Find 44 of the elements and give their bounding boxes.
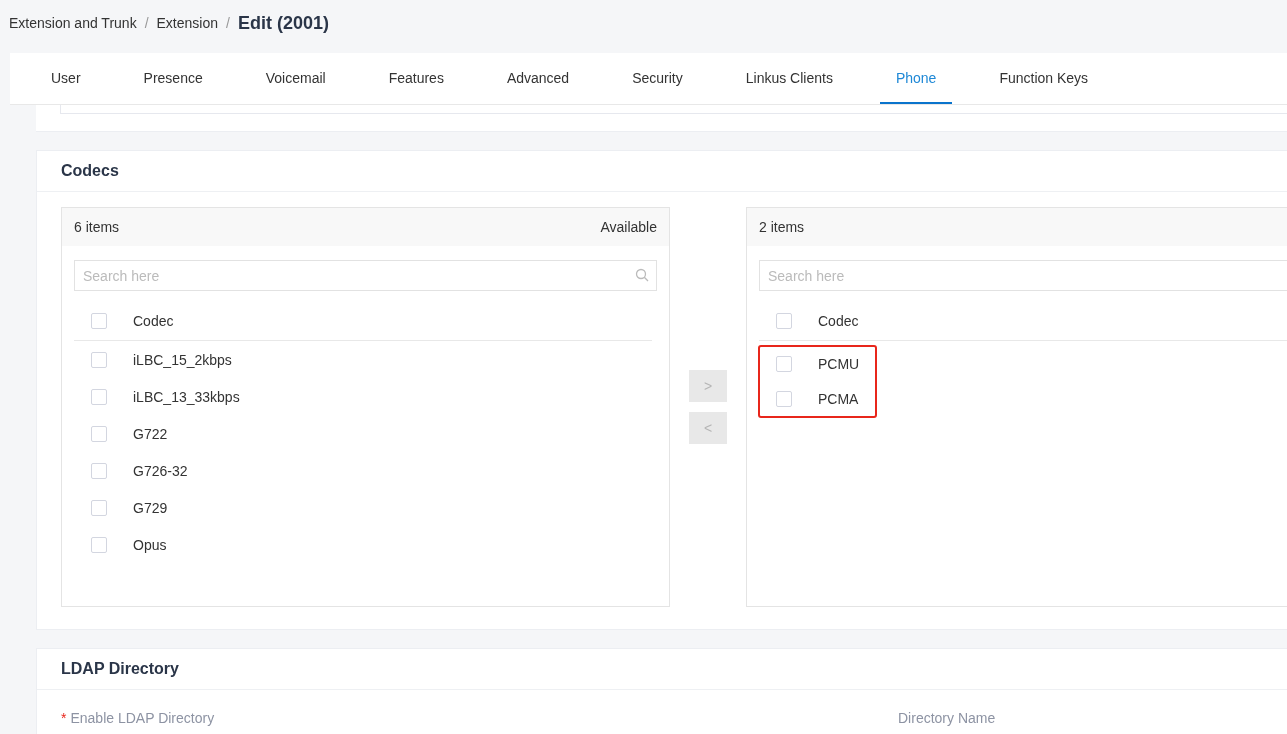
checkbox[interactable] <box>776 390 792 407</box>
breadcrumb-link[interactable]: Extension and Trunk <box>9 15 137 31</box>
list-item[interactable]: iLBC_13_33kbps <box>133 388 240 405</box>
list-item[interactable]: G722 <box>133 425 168 442</box>
list-item[interactable]: G726-32 <box>133 462 188 479</box>
tab[interactable]: Voicemail <box>249 53 342 104</box>
breadcrumb-separator: / <box>144 15 149 31</box>
field-label: Enable LDAP Directory <box>70 710 215 726</box>
tab[interactable]: Security <box>616 53 699 104</box>
checkbox[interactable] <box>91 313 107 329</box>
tab[interactable]: Function Keys <box>983 53 1105 104</box>
search-icon <box>635 268 649 282</box>
list-item[interactable]: PCMU <box>818 356 860 373</box>
checkbox[interactable] <box>91 425 107 442</box>
checkbox[interactable] <box>91 388 107 405</box>
list-item[interactable]: iLBC_15_2kbps <box>133 351 232 368</box>
page-title: Edit (2001) <box>237 12 329 34</box>
tab[interactable]: Advanced <box>490 53 586 104</box>
breadcrumb-separator: / <box>226 15 230 31</box>
column-header: Codec <box>818 313 859 329</box>
breadcrumb-link[interactable]: Extension <box>156 15 218 31</box>
list-heading: Available <box>600 219 657 235</box>
section-title: Codecs <box>37 151 1287 192</box>
column-header: Codec <box>133 313 174 329</box>
item-count: 6 items <box>74 219 120 235</box>
item-count: 2 items <box>759 219 805 235</box>
tab[interactable]: Presence <box>127 53 219 104</box>
search-field[interactable]: Search here <box>74 260 657 291</box>
section-title: LDAP Directory <box>37 649 1287 690</box>
checkbox[interactable] <box>91 499 107 516</box>
checkbox[interactable] <box>91 536 107 553</box>
required-mark: * <box>61 710 67 726</box>
checkbox[interactable] <box>91 462 107 479</box>
list-item[interactable]: PCMA <box>818 390 859 407</box>
field-label: Directory Name <box>898 710 996 726</box>
checkbox[interactable] <box>776 313 792 329</box>
tab[interactable]: Features <box>372 53 460 104</box>
list-item[interactable]: G729 <box>133 499 168 516</box>
tab[interactable]: User <box>35 53 97 104</box>
tab[interactable]: Linkus Clients <box>729 53 849 104</box>
search-field[interactable]: Search here <box>759 260 1287 291</box>
checkbox[interactable] <box>776 356 792 373</box>
list-item[interactable]: Opus <box>133 536 167 553</box>
checkbox[interactable] <box>91 351 107 368</box>
